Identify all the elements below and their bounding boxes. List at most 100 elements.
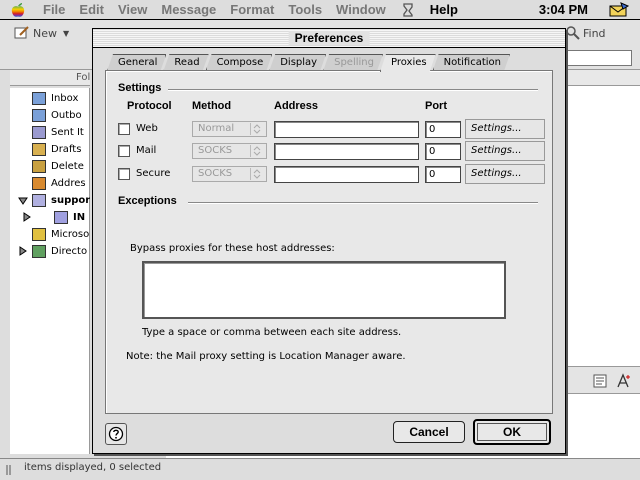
folder-list: Inbox Outbo Sent It Drafts Delete Addres… [10,88,90,454]
mail-method-popup[interactable]: SOCKS [192,143,267,159]
folder-label: Outbo [51,110,82,121]
bypass-hosts-field[interactable] [142,261,506,319]
settings-divider [168,89,538,91]
web-proxy-checkbox[interactable] [118,123,130,135]
font-size-icon[interactable] [616,373,632,389]
preferences-dialog: Preferences General Read Compose Display… [92,28,566,454]
menu-file[interactable]: File [36,2,72,17]
computer-icon [32,194,46,207]
proxy-row-web: Web Normal 0 Settings... [106,119,554,139]
address-book-icon [32,177,46,190]
folder-item-sent[interactable]: Sent It [10,124,90,141]
menu-window[interactable]: Window [329,2,393,17]
dialog-title-bar[interactable]: Preferences [93,29,565,48]
tab-compose[interactable]: Compose [206,54,273,71]
menu-message[interactable]: Message [154,2,223,17]
preview-toolbar [566,366,640,394]
folder-item-outbox[interactable]: Outbo [10,107,90,124]
web-protocol-label: Web [136,123,158,134]
secure-port-field[interactable]: 0 [425,166,461,183]
folder-label: Sent It [51,127,84,138]
apple-menu[interactable] [0,2,36,18]
new-button[interactable]: New ▼ [14,26,69,40]
tab-display[interactable]: Display [269,54,326,71]
folder-column-header[interactable]: Fol [10,70,90,86]
outbox-icon [32,109,46,122]
method-column-header: Method [192,100,232,112]
popup-arrows-icon [250,123,264,135]
tab-spelling[interactable]: Spelling [323,54,383,71]
secure-method-popup[interactable]: SOCKS [192,166,267,182]
location-manager-note: Note: the Mail proxy setting is Location… [126,351,406,362]
find-field[interactable] [566,50,632,66]
exceptions-section-label: Exceptions [118,195,177,207]
secure-proxy-checkbox[interactable] [118,168,130,180]
folder-item-microsoft[interactable]: Microso [10,226,90,243]
dialog-title: Preferences [288,31,370,45]
proxy-row-secure: Secure SOCKS 0 Settings... [106,164,554,184]
script-menu[interactable] [393,2,423,18]
menu-help[interactable]: Help [423,2,465,17]
menu-bar: File Edit View Message Format Tools Wind… [0,0,640,20]
menu-clock[interactable]: 3:04 PM [539,2,588,17]
menu-tools[interactable]: Tools [281,2,329,17]
cancel-button[interactable]: Cancel [393,421,465,443]
ok-button[interactable]: OK [473,419,551,445]
tab-proxies[interactable]: Proxies [380,54,436,72]
secure-address-field[interactable] [274,166,419,183]
web-port-field[interactable]: 0 [425,121,461,138]
mail-address-field[interactable] [274,143,419,160]
new-button-label: New [33,26,57,40]
tab-general[interactable]: General [107,54,166,71]
folder-item-deleted[interactable]: Delete [10,158,90,175]
folder-label: Inbox [51,93,79,104]
folder-label: Directo [51,246,88,257]
exceptions-divider [188,202,538,204]
folder-label: Delete [51,161,84,172]
web-address-field[interactable] [274,121,419,138]
status-text: items displayed, 0 selected [24,462,162,473]
message-source-icon[interactable] [592,373,608,389]
mail-port-field[interactable]: 0 [425,143,461,160]
address-column-header: Address [274,100,319,112]
inbox-icon [32,92,46,105]
disclosure-triangle-collapsed-icon[interactable] [18,246,28,256]
trash-icon [32,160,46,173]
message-list [566,70,640,366]
disclosure-triangle-expanded-icon[interactable] [18,196,28,206]
folder-icon [54,211,68,224]
tab-notification[interactable]: Notification [433,54,510,71]
preview-pane [566,394,640,458]
protocol-column-header: Protocol [127,100,172,112]
message-list-header [567,70,640,86]
find-button[interactable]: Find [566,26,606,40]
web-method-popup[interactable]: Normal [192,121,267,137]
sent-items-icon [32,126,46,139]
news-server-icon [32,228,46,241]
folder-label: Microso [51,229,90,240]
folder-label: suppor [51,195,90,206]
secure-settings-button[interactable]: Settings... [465,164,545,184]
mail-settings-button[interactable]: Settings... [465,141,545,161]
menu-view[interactable]: View [111,2,154,17]
web-settings-button[interactable]: Settings... [465,119,545,139]
mail-proxy-checkbox[interactable] [118,145,130,157]
folder-item-drafts[interactable]: Drafts [10,141,90,158]
magnifier-icon [566,26,580,40]
folder-label: Drafts [51,144,82,155]
disclosure-triangle-collapsed-icon[interactable] [22,212,32,222]
tab-read[interactable]: Read [163,54,208,71]
new-message-icon [14,26,29,39]
help-button[interactable] [105,423,127,445]
preference-tabs: General Read Compose Display Spelling Pr… [107,54,507,71]
folder-item-address-book[interactable]: Addres [10,175,90,192]
script-icon [403,2,413,17]
folder-item-inbox[interactable]: Inbox [10,90,90,107]
web-method-value: Normal [198,123,235,134]
mail-method-value: SOCKS [198,145,233,156]
application-menu[interactable] [604,2,634,18]
resize-handle-icon[interactable] [4,463,18,477]
menu-edit[interactable]: Edit [72,2,111,17]
menu-format[interactable]: Format [223,2,281,17]
mail-protocol-label: Mail [136,145,157,156]
